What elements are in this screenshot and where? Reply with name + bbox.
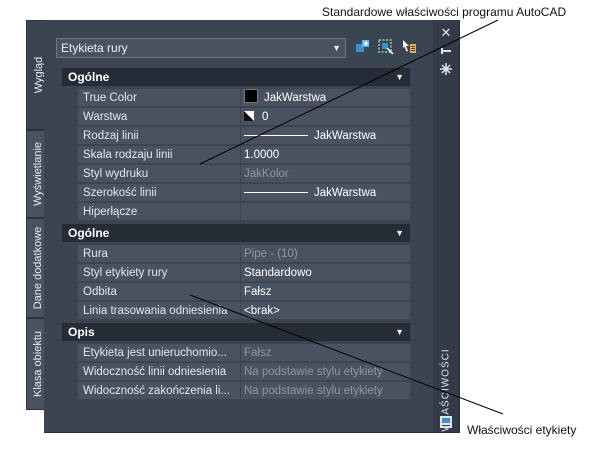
- property-value: Pipe - (10): [241, 245, 410, 263]
- property-value-field[interactable]: JakWarstwa: [241, 184, 410, 202]
- tab-wyglad-label: Wygląd: [32, 56, 45, 94]
- property-name: Skala rodzaju linii: [78, 146, 240, 164]
- property-value: Fałsz: [241, 344, 410, 362]
- property-row-flipped[interactable]: Odbita Fałsz: [62, 283, 410, 302]
- toggle-pickadd-button[interactable]: [354, 38, 372, 56]
- property-name: Styl wydruku: [78, 165, 240, 183]
- property-name: Warstwa: [78, 108, 240, 126]
- section-title: Ogólne: [68, 226, 110, 240]
- property-value[interactable]: [241, 203, 410, 221]
- quick-select-button[interactable]: [400, 38, 418, 56]
- property-row-linetype[interactable]: Rodzaj linii JakWarstwa: [62, 127, 410, 146]
- property-name: Hiperłącze: [78, 203, 240, 221]
- close-icon[interactable]: ✕: [439, 26, 453, 40]
- property-value: JakWarstwa: [264, 92, 327, 104]
- tab-dane-dodatkowe-label: Dane dodatkowe: [32, 226, 44, 310]
- property-row-lineweight[interactable]: Szerokość linii JakWarstwa: [62, 184, 410, 203]
- palette-title-bar[interactable]: ✕ WŁAŚCIWOŚCI: [433, 20, 459, 432]
- callout-standard-properties: Standardowe właściwości programu AutoCAD: [322, 5, 567, 19]
- property-value: 0: [262, 111, 269, 123]
- section-title: Ogólne: [68, 70, 110, 84]
- property-name: Rodzaj linii: [78, 127, 240, 145]
- property-value[interactable]: 1.0000: [241, 146, 410, 164]
- tab-wyswietlanie-label: Wyświetlanie: [32, 141, 44, 207]
- object-type-value: Etykieta rury: [61, 41, 128, 55]
- property-value: JakWarstwa: [314, 130, 377, 142]
- pickadd-icon: [356, 40, 369, 52]
- options-icon[interactable]: [439, 62, 453, 76]
- property-name: Linia trasowania odniesienia: [78, 302, 240, 320]
- property-row-label-pinned[interactable]: Etykieta jest unieruchomio... Fałsz: [62, 344, 410, 363]
- property-row-pipe-label-style[interactable]: Styl etykiety rury Standardowo: [62, 264, 410, 283]
- property-name: Szerokość linii: [78, 184, 240, 202]
- property-name: Odbita: [78, 283, 240, 301]
- property-value: Na podstawie stylu etykiety: [241, 382, 410, 400]
- property-row-leader-tail-visibility[interactable]: Widoczność zakończenia li... Na podstawi…: [62, 382, 410, 401]
- collapse-icon[interactable]: ▼: [395, 224, 404, 242]
- property-row-hyperlink[interactable]: Hiperłącze: [62, 203, 410, 222]
- property-name: Widoczność linii odniesienia: [78, 363, 240, 381]
- property-value-field[interactable]: JakWarstwa: [241, 127, 410, 145]
- property-row-true-color[interactable]: True Color JakWarstwa: [62, 89, 410, 108]
- property-row-plot-style[interactable]: Styl wydruku JakKolor: [62, 165, 410, 184]
- select-objects-icon: [378, 39, 394, 55]
- property-name: Etykieta jest unieruchomio...: [78, 344, 240, 362]
- section-ogolne-general[interactable]: Ogólne ▼: [62, 68, 410, 86]
- quick-select-icon: [403, 40, 416, 53]
- layer-icon: [244, 111, 254, 121]
- property-name: Widoczność zakończenia li...: [78, 382, 240, 400]
- property-value-field[interactable]: 0: [241, 108, 410, 126]
- property-row-linetype-scale[interactable]: Skala rodzaju linii 1.0000: [62, 146, 410, 165]
- linetype-preview: [244, 135, 308, 136]
- color-swatch-icon: [244, 89, 258, 103]
- property-value: JakKolor: [241, 165, 410, 183]
- property-value-field[interactable]: JakWarstwa: [241, 89, 410, 107]
- tab-klasa-obiektu-label: Klasa obiektu: [32, 330, 44, 398]
- object-type-select[interactable]: Etykieta rury ▼: [56, 38, 346, 58]
- section-ogolne-label[interactable]: Ogólne ▼: [62, 224, 410, 242]
- property-value[interactable]: Fałsz: [241, 283, 410, 301]
- property-value[interactable]: Standardowo: [241, 264, 410, 282]
- property-name: True Color: [78, 89, 240, 107]
- callout-label-properties: Właściwości etykiety: [467, 423, 577, 437]
- pin-icon[interactable]: [439, 44, 453, 58]
- property-value: JakWarstwa: [314, 187, 377, 199]
- chevron-down-icon: ▼: [332, 43, 341, 53]
- property-value[interactable]: <brak>: [241, 302, 410, 320]
- section-opis[interactable]: Opis ▼: [62, 323, 410, 341]
- section-title: Opis: [68, 325, 95, 339]
- property-name: Rura: [78, 245, 240, 263]
- property-row-pipe[interactable]: Rura Pipe - (10): [62, 245, 410, 264]
- property-row-reference-alignment[interactable]: Linia trasowania odniesienia <brak>: [62, 302, 410, 321]
- property-name: Styl etykiety rury: [78, 264, 240, 282]
- palette-menu-icon[interactable]: [439, 415, 453, 429]
- property-row-layer[interactable]: Warstwa 0: [62, 108, 410, 127]
- property-value: Na podstawie stylu etykiety: [241, 363, 410, 381]
- collapse-icon[interactable]: ▼: [395, 323, 404, 341]
- property-row-leader-visibility[interactable]: Widoczność linii odniesienia Na podstawi…: [62, 363, 410, 382]
- lineweight-preview: [244, 192, 308, 193]
- select-objects-button[interactable]: [377, 38, 395, 56]
- collapse-icon[interactable]: ▼: [395, 68, 404, 86]
